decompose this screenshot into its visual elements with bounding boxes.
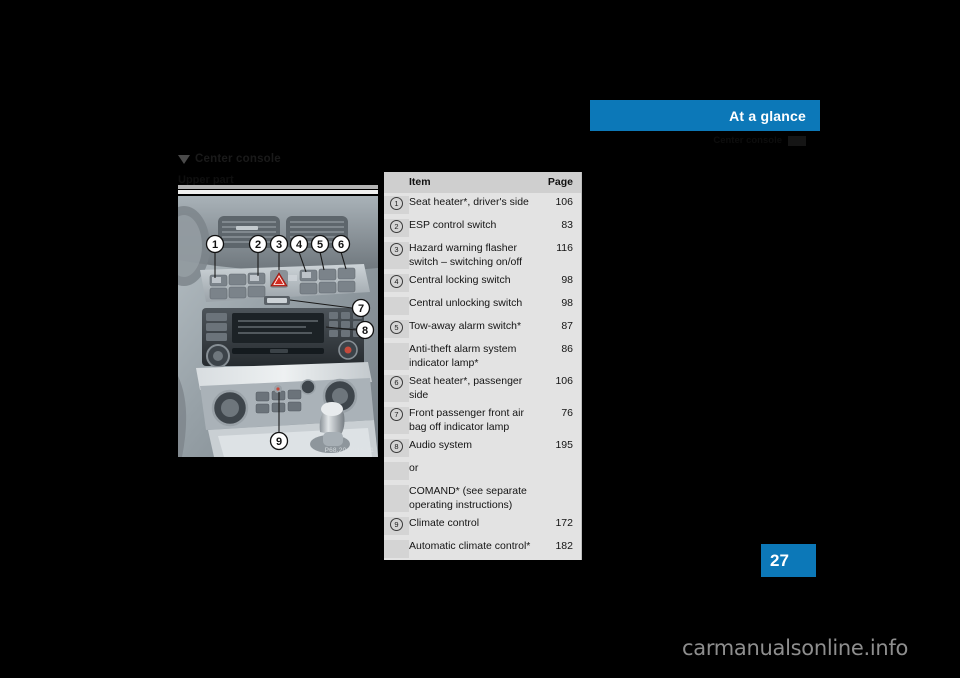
table-cell-number: [384, 485, 409, 512]
table-cell-item: Front passenger front air bag off indica…: [409, 407, 524, 433]
svg-text:8: 8: [362, 325, 368, 337]
header-page-marker: [788, 135, 806, 146]
table-cell-page: 87: [561, 320, 573, 332]
callout-number-6: 6: [390, 376, 403, 389]
table-cell-item: Hazard warning flasher switch – switchin…: [409, 242, 523, 268]
callout-number-8: 8: [390, 440, 403, 453]
table-row: 4 Central locking switch 98: [384, 271, 581, 294]
table-cell-number: 4: [384, 274, 409, 292]
page-number-badge: 27: [761, 544, 816, 577]
table-cell-number: 9: [384, 517, 409, 535]
table-row: Central unlocking switch 98: [384, 294, 581, 317]
header-subtitle: Center console: [713, 135, 782, 146]
table-cell-page: 98: [561, 297, 573, 309]
table-cell-item: Seat heater*, passenger side: [409, 375, 523, 401]
table-body: 1 Seat heater*, driver's side 106 2 ESP cont…: [384, 193, 581, 560]
table-row: Automatic climate control* 182: [384, 537, 581, 560]
table-cell-page: 76: [561, 407, 573, 419]
table-header-row: Item Page: [384, 172, 581, 193]
table-cell-number: 7: [384, 407, 409, 434]
callout-number-7: 7: [390, 408, 403, 421]
section-heading-label: Center console: [195, 153, 281, 165]
figure-rule-light: [178, 190, 378, 194]
table-cell-item: Automatic climate control*: [409, 540, 531, 552]
table-cell-number: 2: [384, 219, 409, 237]
table-cell-item: Anti-theft alarm system indicator lamp*: [409, 343, 517, 369]
console-photo: 1 2 3 4 5 6 7 8 9 P68.20-3016-31: [178, 196, 378, 457]
table-cell-number: [384, 343, 409, 370]
table-cell-number: 8: [384, 439, 409, 457]
triangle-bullet-icon: [178, 154, 190, 164]
svg-text:7: 7: [358, 303, 364, 315]
table-cell-page: 116: [556, 242, 573, 254]
table-row: 6 Seat heater*, passenger side 106: [384, 372, 581, 404]
svg-text:5: 5: [317, 239, 323, 251]
site-watermark: carmanualsonline.info: [682, 636, 909, 660]
section-heading: Center console: [178, 153, 281, 165]
table-cell-item: COMAND* (see separate operating instruct…: [409, 485, 527, 511]
table-row: 9 Climate control 172: [384, 514, 581, 537]
table-cell-page: 98: [561, 274, 573, 286]
callout-number-5: 5: [390, 321, 403, 334]
table-cell-number: 3: [384, 242, 409, 269]
svg-text:4: 4: [296, 239, 303, 251]
table-cell-item: Central locking switch: [409, 274, 511, 286]
svg-text:9: 9: [276, 436, 282, 448]
table-cell-page: 83: [561, 219, 573, 231]
table-cell-number: [384, 540, 409, 558]
table-row: 3 Hazard warning flasher switch – switchi…: [384, 239, 581, 271]
table-row: COMAND* (see separate operating instruct…: [384, 482, 581, 514]
callout-number-9: 9: [390, 518, 403, 531]
table-cell-page: 106: [555, 196, 573, 208]
page-number: 27: [770, 550, 789, 570]
table-cell-page: 86: [561, 343, 573, 355]
table-header-page: Page: [547, 175, 573, 188]
callout-number-4: 4: [390, 275, 403, 288]
table-cell-number: 1: [384, 196, 409, 214]
svg-text:3: 3: [276, 239, 282, 251]
svg-text:6: 6: [338, 239, 344, 251]
table-cell-item: Tow-away alarm switch*: [409, 320, 522, 332]
table-cell-item: ESP control switch: [409, 219, 497, 231]
table-cell-item: Seat heater*, driver's side: [409, 196, 529, 208]
table-cell-item: or: [409, 462, 419, 474]
table-cell-page: 195: [555, 439, 573, 451]
header-bar: At a glance: [590, 100, 820, 131]
table-row: 5 Tow-away alarm switch* 87: [384, 317, 581, 340]
table-row: 1 Seat heater*, driver's side 106: [384, 193, 581, 216]
figure-credit: P68.20-3016-31: [324, 447, 374, 454]
table-cell-page: 106: [555, 375, 573, 387]
callout-number-2: 2: [390, 220, 403, 233]
figure-rule-dark: [178, 185, 378, 189]
table-cell-item: Audio system: [409, 439, 473, 451]
table-cell-item: Central unlocking switch: [409, 297, 523, 309]
table-header-number: [384, 172, 409, 193]
table-row: 2 ESP control switch 83: [384, 216, 581, 239]
callout-number-3: 3: [390, 243, 403, 256]
svg-text:2: 2: [255, 239, 261, 251]
reference-table: Item Page 1 Seat heater*, driver's side 10…: [384, 172, 582, 560]
table-cell-number: 5: [384, 320, 409, 338]
callout-number-1: 1: [390, 197, 403, 210]
table-cell-page: 172: [555, 517, 573, 529]
svg-text:1: 1: [212, 239, 218, 251]
table-cell-page: 182: [555, 540, 573, 552]
table-cell-number: [384, 462, 409, 480]
table-cell-number: 6: [384, 375, 409, 402]
table-row: 7 Front passenger front air bag off indic…: [384, 404, 581, 436]
table-row: Anti-theft alarm system indicator lamp* 8…: [384, 340, 581, 372]
table-row: 8 Audio system 195: [384, 436, 581, 459]
page-title: At a glance: [729, 107, 806, 124]
table-cell-number: [384, 297, 409, 315]
header-subtitle-row: Center console: [590, 134, 820, 147]
table-header-item: Item: [409, 175, 431, 188]
console-figure: 1 2 3 4 5 6 7 8 9 P68.20-3016-31: [178, 185, 378, 457]
table-row: or: [384, 459, 581, 482]
table-cell-item: Climate control: [409, 517, 480, 529]
